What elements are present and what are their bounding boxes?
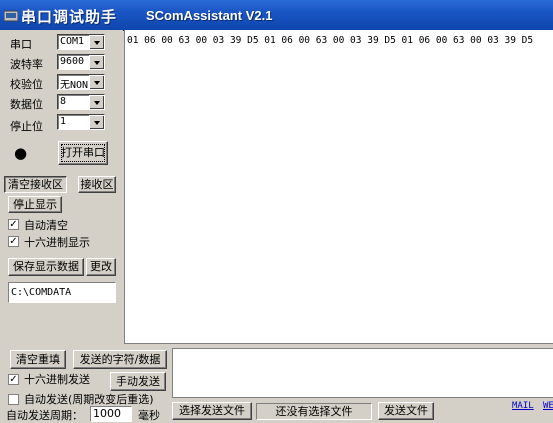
save-path-field[interactable]: C:\COMDATA <box>8 282 116 303</box>
auto-send-checkbox[interactable] <box>8 394 19 405</box>
parity-select[interactable]: 无NONE <box>57 74 105 91</box>
port-status-indicator: ● <box>14 144 28 162</box>
auto-clear-checkbox[interactable]: ✓ <box>8 219 19 230</box>
save-data-button[interactable]: 保存显示数据 <box>8 258 84 276</box>
databits-label: 数据位 <box>10 98 43 111</box>
stopbits-label: 停止位 <box>10 120 43 133</box>
receive-content: 01 06 00 63 00 03 39 D5 01 06 00 63 00 0… <box>127 35 534 46</box>
auto-clear-label: 自动清空 <box>24 219 68 232</box>
chevron-down-icon[interactable] <box>89 95 104 109</box>
port-label: 串口 <box>10 38 32 51</box>
period-unit: 毫秒 <box>138 409 160 422</box>
hex-display-label: 十六进制显示 <box>24 236 90 249</box>
stop-display-button[interactable]: 停止显示 <box>8 196 62 213</box>
baud-select[interactable]: 9600 <box>57 54 105 70</box>
hex-send-label: 十六进制发送 <box>24 373 90 386</box>
web-link[interactable]: WE <box>543 401 553 411</box>
mail-link[interactable]: MAIL <box>512 401 534 411</box>
stopbits-select[interactable]: 1 <box>57 114 105 130</box>
window-title-en: SComAssistant V2.1 <box>146 8 273 23</box>
chevron-down-icon[interactable] <box>89 55 104 69</box>
hex-send-checkbox[interactable]: ✓ <box>8 374 19 385</box>
databits-select[interactable]: 8 <box>57 94 105 110</box>
receive-area-button[interactable]: 接收区 <box>78 176 116 193</box>
clear-send-button[interactable]: 清空重填 <box>10 350 66 369</box>
period-label: 自动发送周期： <box>6 409 83 422</box>
app-icon <box>4 10 18 22</box>
port-select[interactable]: COM1 <box>57 34 105 50</box>
chevron-down-icon[interactable] <box>89 35 104 49</box>
clear-receive-button[interactable]: 清空接收区 <box>4 176 67 193</box>
parity-label: 校验位 <box>10 78 43 91</box>
settings-panel: 串口 COM1 波特率 9600 校验位 无NONE 数据位 8 停止位 1 ●… <box>0 30 123 344</box>
receive-area[interactable]: 01 06 00 63 00 03 39 D5 01 06 00 63 00 0… <box>124 30 553 344</box>
title-bar: 串口调试助手 SComAssistant V2.1 <box>0 0 553 31</box>
send-input-area[interactable] <box>172 348 553 398</box>
chevron-down-icon[interactable] <box>89 75 104 89</box>
chevron-down-icon[interactable] <box>89 115 104 129</box>
change-path-button[interactable]: 更改 <box>86 258 116 276</box>
send-chars-button[interactable]: 发送的字符/数据 <box>73 350 167 369</box>
auto-send-label: 自动发送(周期改变后重选) <box>24 393 154 406</box>
open-port-button[interactable]: 打开串口 <box>58 141 108 165</box>
send-file-button[interactable]: 发送文件 <box>378 402 434 420</box>
file-status-field: 还没有选择文件 <box>256 403 372 420</box>
window-title: 串口调试助手 <box>21 8 118 26</box>
baud-label: 波特率 <box>10 58 43 71</box>
select-file-button[interactable]: 选择发送文件 <box>172 402 252 420</box>
hex-display-checkbox[interactable]: ✓ <box>8 236 19 247</box>
manual-send-button[interactable]: 手动发送 <box>110 372 166 391</box>
